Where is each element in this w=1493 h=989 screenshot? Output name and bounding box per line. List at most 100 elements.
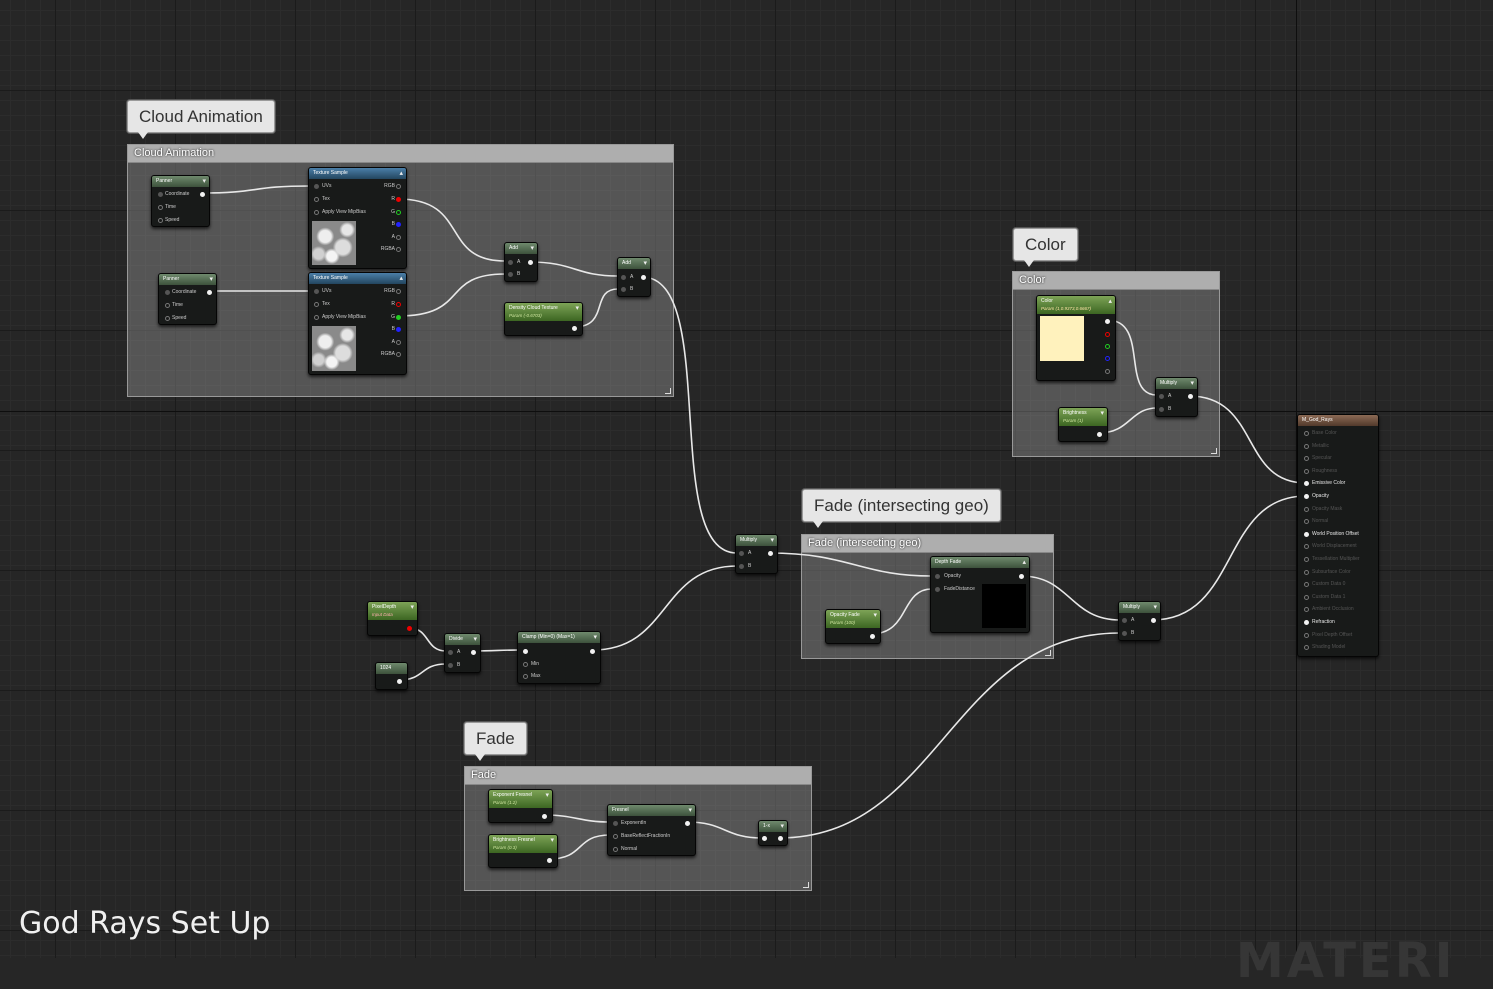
node-clamp[interactable]: Clamp (Min=0) (Max=1) ▾ Min Max bbox=[517, 631, 601, 684]
input-pin[interactable] bbox=[1304, 569, 1309, 575]
node-pixel-depth[interactable]: PixelDepth Input Data ▾ bbox=[367, 601, 418, 636]
material-pin[interactable]: Emissive Color bbox=[1304, 480, 1345, 487]
node-multiply-final[interactable]: Multiply ▾ A B bbox=[1118, 601, 1161, 641]
chevron-down-icon[interactable]: ▾ bbox=[780, 823, 784, 830]
resize-handle[interactable] bbox=[803, 882, 809, 888]
comment-bubble-cloud-animation[interactable]: Cloud Animation bbox=[127, 100, 275, 139]
comment-title[interactable]: Fade (intersecting geo) bbox=[802, 535, 1053, 553]
output-pin[interactable] bbox=[1188, 394, 1193, 399]
chevron-down-icon[interactable]: ▾ bbox=[688, 807, 692, 814]
chevron-down-icon[interactable]: ▾ bbox=[202, 178, 206, 185]
input-pin[interactable] bbox=[1304, 431, 1309, 436]
output-pin[interactable] bbox=[542, 814, 547, 819]
chevron-down-icon[interactable]: ▾ bbox=[1153, 604, 1157, 611]
chevron-down-icon[interactable]: ▾ bbox=[770, 537, 774, 544]
input-pin[interactable] bbox=[1304, 468, 1309, 474]
chevron-down-icon[interactable]: ▾ bbox=[593, 634, 597, 641]
comment-bubble-fade-geo[interactable]: Fade (intersecting geo) bbox=[802, 489, 1001, 528]
material-pin[interactable]: Base Color bbox=[1304, 430, 1337, 437]
chevron-down-icon[interactable]: ▾ bbox=[1100, 410, 1104, 417]
input-pin[interactable] bbox=[1304, 443, 1309, 449]
material-pin[interactable]: Shading Model bbox=[1304, 644, 1345, 651]
resize-handle[interactable] bbox=[1211, 448, 1217, 454]
node-texture-sample-1[interactable]: Texture Sample ▴ UVs Tex Apply View MipB… bbox=[308, 167, 407, 269]
chevron-up-icon[interactable]: ▴ bbox=[1022, 559, 1026, 566]
node-opacity-fade[interactable]: Opacity Fade Param (100) ▾ bbox=[825, 609, 881, 644]
material-pin[interactable]: Specular bbox=[1304, 455, 1332, 462]
node-multiply-color[interactable]: Multiply ▾ A B bbox=[1155, 377, 1198, 417]
comment-title[interactable]: Color bbox=[1013, 272, 1219, 290]
node-panner-1[interactable]: Panner ▾ Coordinate Time Speed bbox=[151, 175, 210, 227]
material-pin[interactable]: Custom Data 1 bbox=[1304, 594, 1345, 601]
node-add-1[interactable]: Add ▾ A B bbox=[504, 242, 538, 282]
output-pin[interactable] bbox=[641, 275, 646, 280]
node-density-cloud-texture[interactable]: Density Cloud Texture Param (-0.6703) ▾ bbox=[504, 302, 583, 336]
output-pin[interactable] bbox=[870, 634, 875, 639]
output-pin[interactable] bbox=[200, 192, 205, 197]
chevron-down-icon[interactable]: ▾ bbox=[643, 260, 647, 267]
node-add-2[interactable]: Add ▾ A B bbox=[617, 257, 651, 297]
comment-bubble-fade[interactable]: Fade bbox=[464, 722, 527, 761]
node-constant-1024[interactable]: 1024 bbox=[375, 662, 408, 690]
output-pin[interactable] bbox=[572, 326, 577, 331]
chevron-down-icon[interactable]: ▾ bbox=[1190, 380, 1194, 387]
resize-handle[interactable] bbox=[1045, 650, 1051, 656]
input-pin[interactable] bbox=[1304, 620, 1309, 625]
chevron-down-icon[interactable]: ▾ bbox=[410, 604, 414, 611]
node-panner-2[interactable]: Panner ▾ Coordinate Time Speed bbox=[158, 273, 217, 325]
material-pin[interactable]: Normal bbox=[1304, 518, 1328, 525]
input-pin[interactable] bbox=[1304, 557, 1309, 562]
material-pin[interactable]: Subsurface Color bbox=[1304, 569, 1351, 576]
output-pin[interactable] bbox=[778, 836, 783, 841]
input-pin[interactable] bbox=[1304, 594, 1309, 600]
material-pin[interactable]: Ambient Occlusion bbox=[1304, 606, 1354, 613]
chevron-down-icon[interactable]: ▾ bbox=[545, 792, 549, 799]
material-pin[interactable]: Tessellation Multiplier bbox=[1304, 556, 1360, 563]
node-exponent-fresnel[interactable]: Exponent Fresnel Param (1.2) ▾ bbox=[488, 789, 553, 823]
chevron-down-icon[interactable]: ▾ bbox=[209, 276, 213, 283]
output-pin[interactable] bbox=[1019, 574, 1024, 579]
output-pin[interactable] bbox=[590, 649, 595, 654]
output-pin[interactable] bbox=[471, 650, 476, 655]
chevron-down-icon[interactable]: ▾ bbox=[575, 305, 579, 312]
node-brightness-fresnel[interactable]: Brightness Fresnel Param (0.3) ▾ bbox=[488, 834, 558, 868]
node-depth-fade[interactable]: Depth Fade ▴ Opacity FadeDistance bbox=[930, 556, 1030, 633]
material-pin[interactable]: Custom Data 0 bbox=[1304, 581, 1345, 588]
output-pin[interactable] bbox=[547, 858, 552, 863]
comment-title[interactable]: Cloud Animation bbox=[128, 145, 673, 163]
node-multiply-main[interactable]: Multiply ▾ A B bbox=[735, 534, 778, 574]
node-divide[interactable]: Divide ▾ A B bbox=[444, 633, 481, 673]
output-pin[interactable] bbox=[528, 260, 533, 265]
material-pin[interactable]: Roughness bbox=[1304, 468, 1337, 475]
node-one-minus[interactable]: 1-x ▾ bbox=[758, 820, 788, 846]
material-pin[interactable]: World Position Offset bbox=[1304, 531, 1359, 538]
input-pin[interactable] bbox=[1304, 632, 1309, 638]
node-color-param[interactable]: Color Param (1,0.9373,0.6667) ▴ bbox=[1036, 295, 1116, 381]
node-texture-sample-2[interactable]: Texture Sample ▴ UVs Tex Apply View MipB… bbox=[308, 272, 407, 375]
chevron-down-icon[interactable]: ▾ bbox=[530, 245, 534, 252]
node-fresnel[interactable]: Fresnel ▾ ExponentIn BaseReflectFraction… bbox=[607, 804, 696, 856]
chevron-down-icon[interactable]: ▾ bbox=[873, 612, 877, 619]
material-pin[interactable]: Pixel Depth Offset bbox=[1304, 632, 1352, 639]
comment-title[interactable]: Fade bbox=[465, 767, 811, 785]
chevron-down-icon[interactable]: ▾ bbox=[473, 636, 477, 643]
input-pin[interactable] bbox=[1304, 494, 1309, 499]
output-pin[interactable] bbox=[685, 821, 690, 826]
output-pin[interactable] bbox=[407, 626, 412, 631]
comment-bubble-color[interactable]: Color bbox=[1013, 228, 1078, 267]
material-pin[interactable]: Opacity Mask bbox=[1304, 506, 1342, 513]
chevron-up-icon[interactable]: ▴ bbox=[399, 275, 403, 282]
material-pin[interactable]: Refraction bbox=[1304, 619, 1335, 626]
chevron-down-icon[interactable]: ▾ bbox=[550, 837, 554, 844]
input-pin[interactable] bbox=[1304, 506, 1309, 512]
resize-handle[interactable] bbox=[665, 388, 671, 394]
node-material-output[interactable]: M_God_Rays Base Color Metallic Specular Rou… bbox=[1297, 414, 1379, 657]
output-pin[interactable] bbox=[1151, 618, 1156, 623]
input-pin[interactable] bbox=[1304, 531, 1309, 537]
chevron-up-icon[interactable]: ▴ bbox=[399, 170, 403, 177]
material-pin[interactable]: World Displacement bbox=[1304, 543, 1357, 550]
material-pin[interactable]: Metallic bbox=[1304, 443, 1329, 450]
node-brightness[interactable]: Brightness Param (1) ▾ bbox=[1058, 407, 1108, 442]
chevron-up-icon[interactable]: ▴ bbox=[1108, 298, 1112, 305]
output-pin[interactable] bbox=[768, 551, 773, 556]
